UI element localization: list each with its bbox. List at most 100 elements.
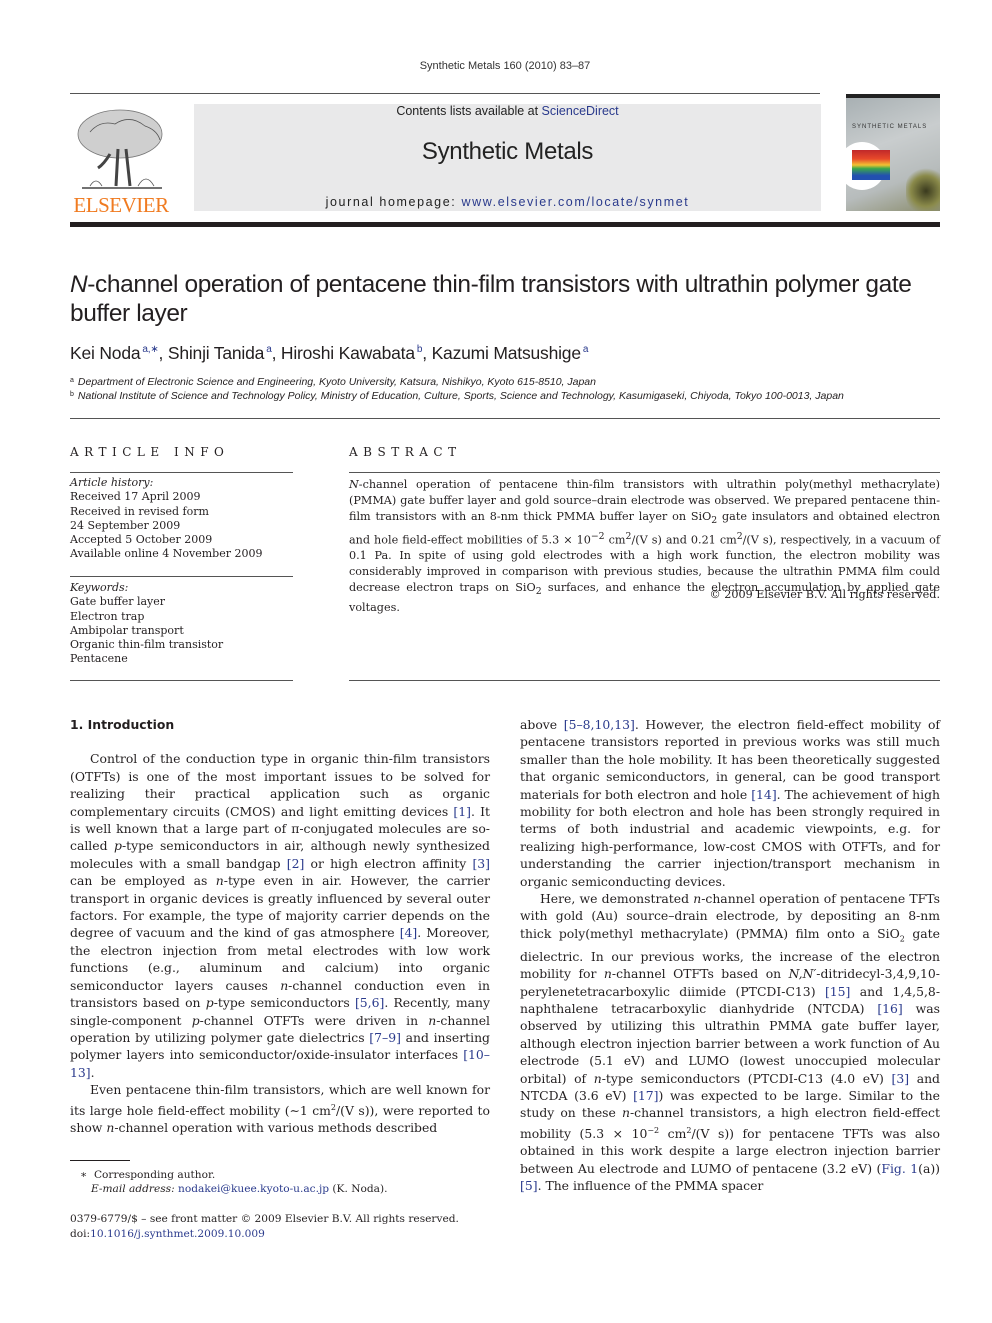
italic-run: n <box>280 977 289 993</box>
cover-blob-graphic <box>906 168 940 211</box>
reference-link[interactable]: [5–8,10,13] <box>564 717 635 732</box>
text-run: or high electron affinity <box>304 855 473 871</box>
homepage-prefix: journal homepage: <box>325 195 462 209</box>
text-run: Here, we demonstrated <box>540 891 694 907</box>
contents-prefix: Contents lists available at <box>396 104 542 118</box>
paragraph: Even pentacene thin-film transistors, wh… <box>70 1081 490 1136</box>
paragraph: above [5–8,10,13]. However, the electron… <box>520 716 940 890</box>
issn-line: 0379-6779/$ – see front matter © 2009 El… <box>70 1213 459 1225</box>
keywords: Keywords: Gate buffer layer Electron tra… <box>70 581 293 667</box>
abstract-italic: N <box>349 478 359 491</box>
journal-masthead: Contents lists available at ScienceDirec… <box>194 104 821 211</box>
abstract-text: cm <box>604 533 626 547</box>
doi-link[interactable]: 10.1016/j.synthmet.2009.10.009 <box>90 1228 265 1240</box>
contents-availability: Contents lists available at ScienceDirec… <box>194 104 821 118</box>
italic-run: p <box>191 1012 200 1028</box>
doi-prefix: doi: <box>70 1227 91 1240</box>
body-column-right: above [5–8,10,13]. However, the electron… <box>520 716 940 1195</box>
body-column-left: 1. Introduction Control of the conductio… <box>70 716 490 1136</box>
author-list: Kei Noda a,∗, Shinji Tanida a, Hiroshi Kaw… <box>70 343 589 363</box>
abstract-text: /(V s) and 0.21 cm <box>631 533 737 547</box>
email-link[interactable]: nodakei@kuee.kyoto-u.ac.jp <box>178 1183 329 1195</box>
email-suffix: (K. Noda). <box>329 1183 388 1195</box>
journal-cover-image[interactable]: SYNTHETIC METALS <box>846 94 940 211</box>
italic-run: n <box>593 1070 602 1086</box>
title-text: -channel operation of pentacene thin-fil… <box>70 271 912 327</box>
reference-link[interactable]: [17] <box>633 1088 658 1103</box>
affiliation-divider <box>70 418 940 419</box>
abstract-heading: ABSTRACT <box>349 445 462 459</box>
history-item: Available online 4 November 2009 <box>70 547 263 561</box>
keyword-item: Gate buffer layer <box>70 595 166 609</box>
cover-plot-graphic <box>852 150 890 180</box>
history-item: Accepted 5 October 2009 <box>70 533 213 547</box>
keywords-label: Keywords: <box>70 581 129 594</box>
article-title: N-channel operation of pentacene thin-fi… <box>70 270 940 328</box>
reference-link[interactable]: [1] <box>453 804 471 819</box>
italic-run: p <box>114 838 122 854</box>
paragraph: Here, we demonstrated n-channel operatio… <box>520 890 940 1195</box>
italic-run: n <box>693 891 702 907</box>
reference-link[interactable]: [14] <box>751 787 776 802</box>
abstract-divider <box>349 680 940 681</box>
reference-link[interactable]: [5] <box>520 1178 538 1193</box>
italic-run: n <box>603 966 612 982</box>
article-info-divider <box>70 472 293 473</box>
text-run: cm <box>659 1125 687 1141</box>
affiliation-b: b National Institute of Science and Techn… <box>70 390 940 402</box>
front-matter: 0379-6779/$ – see front matter © 2009 El… <box>70 1212 490 1241</box>
text-run: . <box>90 1064 95 1080</box>
header-thick-divider <box>70 222 940 227</box>
history-item: Received in revised form <box>70 504 209 518</box>
article-info-divider <box>70 576 293 577</box>
footnote-divider <box>70 1160 130 1161</box>
author[interactable]: Shinji Tanida <box>168 343 265 363</box>
italic-run: N,N′ <box>788 966 817 982</box>
article-history: Article history: Received 17 April 2009 … <box>70 476 293 562</box>
text-run: -channel operation with various methods … <box>114 1120 438 1136</box>
reference-link[interactable]: [15] <box>825 984 850 999</box>
author-affiliation-mark[interactable]: a,∗ <box>142 344 158 355</box>
italic-run: p <box>205 995 214 1011</box>
text-run: above <box>520 717 564 732</box>
affiliation-text: National Institute of Science and Techno… <box>77 390 844 402</box>
article-info-divider <box>70 680 293 681</box>
reference-link[interactable]: [7–9] <box>369 1030 401 1045</box>
journal-homepage: journal homepage: www.elsevier.com/locat… <box>194 195 821 209</box>
sciencedirect-link[interactable]: ScienceDirect <box>542 104 619 118</box>
text-run: Control of the conduction type in organi… <box>70 751 490 819</box>
cover-title: SYNTHETIC METALS <box>852 124 928 130</box>
reference-link[interactable]: [5,6] <box>355 995 384 1010</box>
reference-link[interactable]: [3] <box>892 1071 910 1086</box>
text-run: -type semiconductors (PTCDI-C13 (4.0 eV) <box>601 1070 892 1086</box>
author[interactable]: Kazumi Matsushige <box>432 343 582 363</box>
text-run: . The influence of the PMMA spacer <box>537 1178 764 1194</box>
reference-link[interactable]: [2] <box>287 856 305 871</box>
abstract-divider <box>349 472 940 473</box>
keyword-item: Ambipolar transport <box>70 623 184 637</box>
reference-link[interactable]: [3] <box>472 856 490 871</box>
italic-run: n <box>621 1105 630 1121</box>
superscript: −2 <box>590 530 605 542</box>
journal-name: Synthetic Metals <box>421 138 594 165</box>
abstract-copyright: © 2009 Elsevier B.V. All rights reserved… <box>709 588 940 601</box>
reference-link[interactable]: [16] <box>877 1001 902 1016</box>
affiliation-mark: a <box>70 377 74 384</box>
author-affiliation-mark[interactable]: a <box>583 344 589 355</box>
keyword-item: Organic thin-film transistor <box>70 638 224 652</box>
author[interactable]: Kei Noda <box>70 343 141 363</box>
footnote: ∗ Corresponding author. E-mail address: … <box>70 1168 490 1196</box>
keyword-item: Pentacene <box>70 652 128 666</box>
superscript: −2 <box>647 1125 660 1135</box>
reference-link[interactable]: Fig. 1 <box>881 1161 918 1176</box>
text-run: (a)) <box>918 1160 940 1176</box>
affiliation-a: a Department of Electronic Science and En… <box>70 376 940 388</box>
paragraph: Control of the conduction type in organi… <box>70 750 490 1081</box>
text-run: -channel OTFTs based on <box>611 966 789 982</box>
author[interactable]: Hiroshi Kawabata <box>281 343 415 363</box>
journal-homepage-link[interactable]: www.elsevier.com/locate/synmet <box>461 195 689 209</box>
text-run: can be employed as <box>70 873 216 889</box>
title-italic: N <box>70 271 88 298</box>
italic-run: n <box>215 873 224 889</box>
reference-link[interactable]: [4] <box>400 925 418 940</box>
